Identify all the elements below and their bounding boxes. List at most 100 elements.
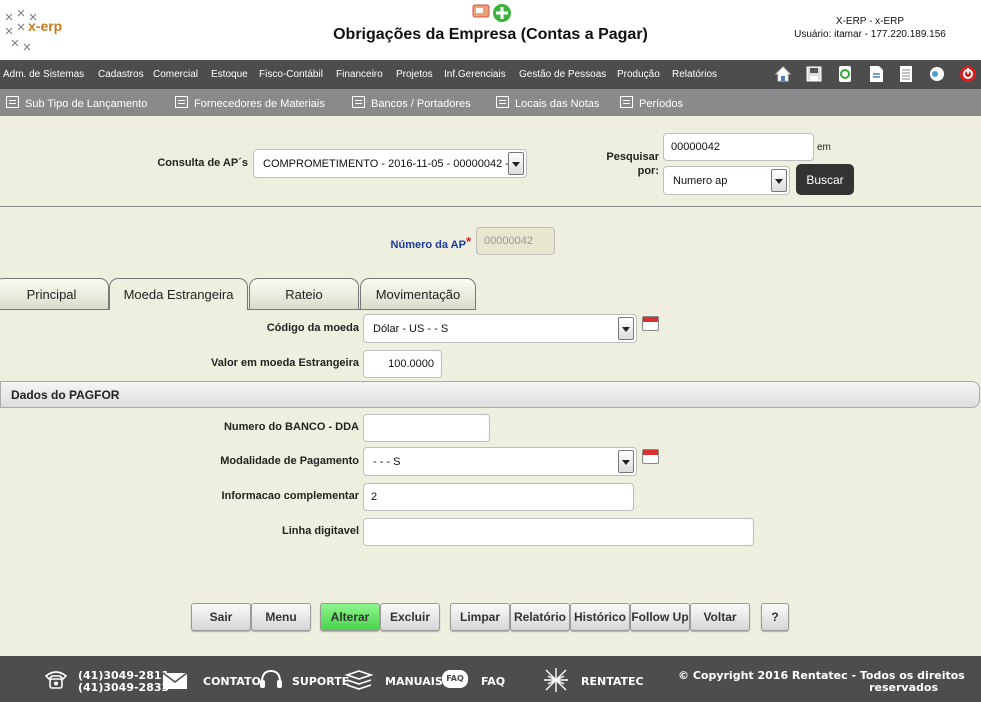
pesquisar-label: Pesquisar: [606, 151, 659, 163]
faq-link[interactable]: FAQ: [481, 675, 505, 688]
search-input[interactable]: 00000042: [663, 133, 814, 161]
required-mark: *: [465, 234, 471, 249]
menu-item-relatorios[interactable]: Relatórios: [672, 69, 717, 80]
valor-moeda-input[interactable]: 100.0000: [363, 350, 442, 378]
books-icon: [344, 670, 374, 690]
tab-rateio[interactable]: Rateio: [249, 278, 359, 309]
tab-principal[interactable]: Principal: [0, 278, 109, 309]
consulta-select[interactable]: COMPROMETIMENTO - 2016-11-05 - 00000042 …: [253, 149, 527, 178]
menu-toolbar: [765, 65, 977, 86]
menu-item-fisco-contabil[interactable]: Fisco-Contábil: [259, 69, 323, 80]
system-name: X-ERP - x-ERP: [835, 16, 905, 27]
alterar-button[interactable]: Alterar: [320, 603, 380, 631]
recycle-icon[interactable]: [836, 65, 854, 83]
help-button[interactable]: ?: [761, 603, 789, 631]
excluir-button[interactable]: Excluir: [380, 603, 440, 631]
modalidade-label: Modalidade de Pagamento: [220, 455, 359, 467]
search-by-value: Numero ap: [673, 174, 728, 187]
document-icon[interactable]: [867, 65, 885, 83]
chat-icon[interactable]: [928, 65, 946, 83]
valor-moeda-label: Valor em moeda Estrangeira: [211, 357, 359, 369]
submenu-item-fornecedores[interactable]: Fornecedores de Materiais: [175, 96, 325, 110]
contato-link[interactable]: CONTATO: [203, 675, 261, 688]
list-icon: [620, 96, 633, 108]
list-icon: [352, 96, 365, 108]
banco-dda-input[interactable]: [363, 414, 490, 442]
buscar-button[interactable]: Buscar: [796, 164, 854, 195]
submenu-item-locais-notas[interactable]: Locais das Notas: [496, 96, 599, 110]
chevron-down-icon: [618, 450, 634, 473]
menu-item-adm-sistemas[interactable]: Adm. de Sistemas: [3, 69, 84, 80]
linha-digitavel-input[interactable]: [363, 518, 754, 546]
codigo-moeda-label: Código da moeda: [266, 322, 359, 334]
em-label: em: [817, 142, 831, 153]
tab-underline: [248, 309, 476, 310]
power-icon[interactable]: [959, 65, 977, 83]
submenu-item-sub-tipo[interactable]: Sub Tipo de Lançamento: [6, 96, 147, 110]
faq-icon: FAQ: [442, 670, 468, 688]
tab-moeda-estrangeira[interactable]: Moeda Estrangeira: [109, 278, 248, 310]
info-complementar-label: Informacao complementar: [221, 490, 359, 502]
menu-item-gestao-pessoas[interactable]: Gestão de Pessoas: [519, 69, 606, 80]
home-icon[interactable]: [774, 65, 792, 83]
ap-number-label: Número da AP*: [370, 234, 471, 251]
rentatec-logo-icon: [544, 668, 568, 692]
menu-item-financeiro[interactable]: Financeiro: [336, 69, 383, 80]
menu-item-producao[interactable]: Produção: [617, 69, 660, 80]
tab-movimentacao[interactable]: Movimentação: [360, 278, 476, 309]
relatorio-button[interactable]: Relatório: [510, 603, 570, 631]
pesquisar-por-label: por:: [637, 165, 659, 177]
sair-button[interactable]: Sair: [191, 603, 251, 631]
consulta-value: COMPROMETIMENTO - 2016-11-05 - 00000042 …: [263, 157, 509, 170]
menu-item-projetos[interactable]: Projetos: [396, 69, 433, 80]
tab-underline: [0, 309, 109, 310]
chevron-down-icon: [771, 169, 787, 192]
menu-item-inf-gerenciais[interactable]: Inf.Gerenciais: [444, 69, 506, 80]
add-icon[interactable]: [492, 3, 512, 23]
suporte-link[interactable]: SUPORTE: [292, 675, 349, 688]
menu-button[interactable]: Menu: [251, 603, 311, 631]
header-action-icons: [472, 3, 512, 23]
limpar-button[interactable]: Limpar: [450, 603, 510, 631]
menu-item-estoque[interactable]: Estoque: [211, 69, 248, 80]
modalidade-select[interactable]: - - - S: [363, 447, 637, 476]
list-icon: [6, 96, 19, 108]
historico-button[interactable]: Histórico: [570, 603, 630, 631]
divider: [0, 206, 981, 207]
list-icon[interactable]: [897, 65, 915, 83]
voltar-button[interactable]: Voltar: [690, 603, 750, 631]
menu-item-comercial[interactable]: Comercial: [153, 69, 198, 80]
main-menu: Adm. de Sistemas Cadastros Comercial Est…: [0, 60, 981, 89]
banco-dda-label: Numero do BANCO - DDA: [223, 421, 359, 433]
sub-menu: Sub Tipo de Lançamento Fornecedores de M…: [0, 89, 981, 116]
submenu-item-periodos[interactable]: Períodos: [620, 96, 683, 110]
footer: (41)3049-2811 (41)3049-2833 CONTATO SUPO…: [0, 656, 981, 702]
presentation-icon[interactable]: [472, 3, 490, 19]
linha-digitavel-label: Linha digitavel: [281, 525, 359, 537]
list-icon: [496, 96, 509, 108]
codigo-moeda-select[interactable]: Dólar - US - - S: [363, 314, 637, 343]
headset-icon: [260, 669, 282, 688]
modalidade-value: - - - S: [373, 455, 401, 468]
mail-icon: [162, 672, 188, 689]
pagfor-section-header: Dados do PAGFOR: [0, 381, 980, 408]
user-info: Usuário: itamar - 177.220.189.156: [794, 29, 946, 40]
ap-number-field: 00000042: [476, 227, 555, 255]
save-icon[interactable]: [805, 65, 823, 83]
rentatec-link[interactable]: RENTATEC: [581, 675, 644, 688]
menu-item-cadastros[interactable]: Cadastros: [98, 69, 144, 80]
submenu-item-label: Sub Tipo de Lançamento: [25, 98, 148, 110]
info-complementar-input[interactable]: 2: [363, 483, 634, 511]
calendar-icon[interactable]: [642, 449, 659, 464]
submenu-item-bancos[interactable]: Bancos / Portadores: [352, 96, 471, 110]
submenu-item-label: Bancos / Portadores: [371, 98, 471, 110]
submenu-item-label: Períodos: [639, 98, 684, 110]
submenu-item-label: Fornecedores de Materiais: [194, 98, 325, 110]
codigo-moeda-value: Dólar - US - - S: [373, 322, 449, 335]
follow-up-button[interactable]: Follow Up: [630, 603, 690, 631]
calendar-icon[interactable]: [642, 316, 659, 331]
search-by-select[interactable]: Numero ap: [663, 166, 790, 195]
manuais-link[interactable]: MANUAIS: [385, 675, 443, 688]
ap-number-label-text: Número da AP: [390, 239, 466, 251]
section-title: Dados do PAGFOR: [11, 388, 120, 402]
